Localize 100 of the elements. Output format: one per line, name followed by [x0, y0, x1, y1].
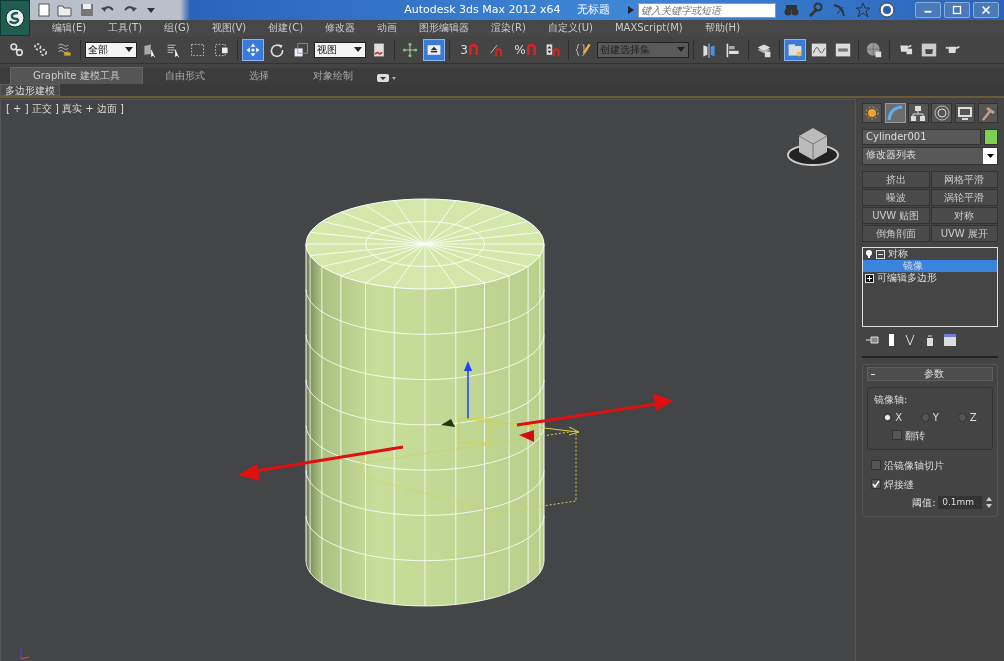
- material-sphere-icon: [866, 41, 882, 58]
- viewport-label[interactable]: [ + ] 正交 ] 真实 + 边面 ]: [6, 101, 124, 116]
- select-object-icon: [142, 41, 158, 58]
- keyboard-button[interactable]: [423, 38, 445, 61]
- search-field[interactable]: 键入关键字或短语: [637, 2, 776, 18]
- motion-tab[interactable]: [931, 103, 952, 123]
- radio-button[interactable]: Z: [957, 410, 977, 425]
- percent-magnet-icon: [526, 43, 536, 56]
- open-folder-icon[interactable]: [57, 2, 73, 18]
- spinner-icon[interactable]: [985, 495, 993, 509]
- wave-link-icon: [57, 41, 73, 58]
- stack-item[interactable]: 可编辑多边形: [863, 272, 997, 285]
- hierarchy-icon: [909, 104, 928, 122]
- object-name-field[interactable]: Cylinder001: [862, 128, 982, 145]
- modifier-button[interactable]: UVW 贴图: [862, 206, 930, 224]
- ribbon-panel-label[interactable]: 多边形建模: [0, 84, 60, 96]
- app-menu-button[interactable]: [0, 0, 30, 36]
- menu-item[interactable]: 创建(C): [257, 20, 315, 36]
- snap-magnet-icon: [468, 43, 478, 56]
- percent-magnet-button[interactable]: %: [510, 38, 540, 61]
- light-bulb-icon[interactable]: [865, 249, 873, 260]
- configure-icon[interactable]: [942, 332, 957, 347]
- logo: [4, 7, 26, 29]
- radio-button[interactable]: Y: [921, 410, 939, 425]
- dropdown-arrow-icon: [677, 46, 685, 53]
- star-icon[interactable]: [854, 2, 871, 18]
- menu-item[interactable]: 视图(V): [200, 20, 258, 36]
- render-frame-icon: [921, 41, 937, 58]
- object-color-swatch[interactable]: [984, 128, 998, 145]
- group-label: 镜像轴:: [874, 393, 909, 408]
- close-icon[interactable]: [972, 2, 999, 18]
- menu-item[interactable]: 编辑(E): [41, 20, 98, 36]
- ribbon-button[interactable]: [784, 38, 806, 61]
- checkbox[interactable]: 沿镜像轴切片: [871, 457, 993, 473]
- ribbon-icon: [787, 41, 803, 58]
- create-icon: [863, 104, 882, 122]
- rotate-icon: [269, 41, 285, 58]
- modifier-button[interactable]: 倒角剖面: [862, 224, 930, 242]
- hammer-tab[interactable]: [977, 103, 998, 123]
- expand-arrow-icon[interactable]: [626, 5, 635, 15]
- menu-item[interactable]: 动画: [366, 20, 409, 36]
- ribbon-tab[interactable]: 自由形式: [142, 68, 227, 84]
- dropdown-arrow-icon: [986, 153, 994, 159]
- threshold-field[interactable]: 0.1mm: [938, 495, 983, 509]
- modifier-button[interactable]: 噪波: [862, 188, 930, 206]
- modifier-button[interactable]: 对称: [930, 206, 998, 224]
- menu-item[interactable]: 图形编辑器: [408, 20, 481, 36]
- document-name: 无标题: [577, 1, 610, 18]
- display-icon: [955, 104, 974, 122]
- edit-selection-icon: [576, 41, 592, 58]
- menu-item[interactable]: 渲染(R): [480, 20, 537, 36]
- maximize-icon[interactable]: [943, 2, 970, 18]
- move-button[interactable]: [242, 38, 264, 61]
- binoculars-icon[interactable]: [782, 2, 799, 18]
- menu-item[interactable]: 组(G): [153, 20, 201, 36]
- modifier-button[interactable]: UVW 展开: [930, 224, 998, 242]
- dropdown[interactable]: 全部: [85, 41, 137, 58]
- help-icon[interactable]: [878, 2, 895, 18]
- checkmark-icon: [872, 480, 880, 489]
- save-icon[interactable]: [78, 2, 95, 18]
- menu-item[interactable]: 自定义(U): [536, 20, 604, 36]
- menu-item[interactable]: 帮助(H): [693, 20, 752, 36]
- teapot-setup-icon: [897, 44, 913, 55]
- curve-editor-icon: [811, 41, 827, 58]
- window-crossing-icon: [214, 41, 230, 58]
- expand-icon[interactable]: [865, 273, 874, 283]
- hierarchy-tab[interactable]: [908, 103, 929, 123]
- ribbon-tab[interactable]: Graphite 建模工具: [10, 67, 143, 84]
- modifier-button[interactable]: 网格平滑: [930, 170, 998, 188]
- display-tab[interactable]: [954, 103, 975, 123]
- modifier-button[interactable]: 挤出: [862, 170, 930, 188]
- radio-dot: [885, 415, 891, 420]
- dropdown[interactable]: 视图: [314, 41, 366, 58]
- collapse-icon[interactable]: [875, 249, 885, 259]
- checkbox[interactable]: 焊接缝: [871, 476, 993, 492]
- menu-item[interactable]: MAXScript(M): [603, 20, 694, 36]
- menu-item[interactable]: 修改器: [314, 20, 367, 36]
- viewcube-icon[interactable]: [787, 128, 839, 166]
- link-icon: [9, 41, 25, 58]
- ribbon-options-icon[interactable]: [374, 72, 397, 84]
- modify-icon: [886, 104, 905, 122]
- schematic-view-icon: [835, 41, 851, 58]
- rollout-header[interactable]: 参数: [867, 367, 993, 382]
- menu-item[interactable]: 工具(T): [97, 20, 154, 36]
- spinner-snap-icon: [545, 41, 561, 58]
- stack-item[interactable]: 对称: [863, 248, 997, 261]
- ribbon-tab[interactable]: 对象绘制: [290, 68, 375, 84]
- modifier-list-dropdown[interactable]: 修改器列表: [862, 147, 998, 166]
- checkbox[interactable]: 翻转: [892, 427, 986, 443]
- minimize-icon[interactable]: [915, 2, 941, 18]
- new-file-icon[interactable]: [35, 2, 52, 18]
- ribbon-tab[interactable]: 选择: [226, 68, 291, 84]
- broken-link-icon: [33, 41, 49, 58]
- radio-button[interactable]: X: [883, 410, 903, 425]
- mirror-icon: [701, 41, 717, 58]
- scale-icon: [293, 41, 309, 58]
- create-tab[interactable]: [862, 103, 883, 123]
- cone-icon: [519, 430, 534, 442]
- modifier-button[interactable]: 涡轮平滑: [930, 188, 998, 206]
- snap-magnet-button[interactable]: 3: [454, 38, 484, 61]
